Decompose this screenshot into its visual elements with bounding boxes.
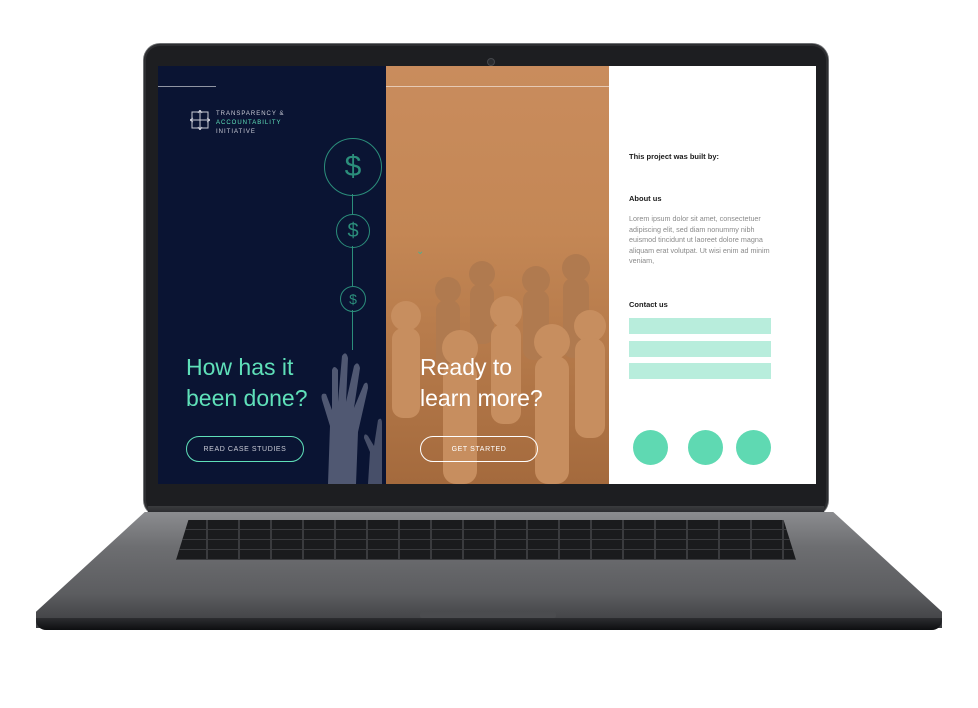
get-started-headline: Ready to learn more?: [420, 352, 600, 414]
headline-line-1: How has it: [186, 354, 294, 380]
about-title: About us: [629, 194, 662, 203]
laptop-base-front: [36, 618, 942, 630]
brand-logo[interactable]: TRANSPARENCY & ACCOUNTABILITY INITIATIVE: [190, 110, 284, 137]
contact-name-field[interactable]: [629, 318, 771, 334]
keyboard-rows: [176, 520, 796, 560]
social-circle-button[interactable]: [633, 430, 668, 465]
panel-case-studies: TRANSPARENCY & ACCOUNTABILITY INITIATIVE…: [158, 66, 386, 484]
connector-line: [352, 246, 353, 286]
social-circle-button[interactable]: [736, 430, 771, 465]
contact-title: Contact us: [629, 300, 668, 309]
social-circle-button[interactable]: [688, 430, 723, 465]
top-rule: [386, 86, 609, 87]
read-case-studies-button[interactable]: READ CASE STUDIES: [186, 436, 304, 462]
top-rule: [158, 86, 216, 87]
panel-get-started: ⌄ ⌄ Ready to learn more? GET STARTED: [386, 66, 609, 484]
dollar-coin-icon: $: [324, 138, 382, 196]
dollar-coin-icon: $: [340, 286, 366, 312]
dollar-symbol: $: [344, 150, 362, 183]
camera-dot: [487, 58, 495, 66]
dollar-symbol: $: [349, 291, 357, 307]
brand-line-2: ACCOUNTABILITY: [216, 120, 282, 126]
headline-line-2: been done?: [186, 385, 308, 411]
contact-email-field[interactable]: [629, 341, 771, 357]
connector-line: [352, 194, 353, 214]
case-studies-headline: How has it been done?: [186, 352, 376, 414]
headline-line-1: Ready to: [420, 354, 513, 380]
connector-line: [352, 310, 353, 350]
about-body: Lorem ipsum dolor sit amet, consectetuer…: [629, 214, 770, 265]
panel-info: This project was built by: About us Lore…: [609, 66, 816, 484]
dollar-symbol: $: [347, 219, 359, 242]
headline-line-2: learn more?: [420, 385, 543, 411]
brand-line-3: INITIATIVE: [216, 129, 256, 135]
laptop-screen: TRANSPARENCY & ACCOUNTABILITY INITIATIVE…: [158, 66, 816, 484]
dollar-coin-icon: $: [336, 214, 370, 248]
brand-line-1: TRANSPARENCY &: [216, 111, 285, 117]
brand-wordmark: TRANSPARENCY & ACCOUNTABILITY INITIATIVE: [216, 110, 284, 137]
get-started-button[interactable]: GET STARTED: [420, 436, 538, 462]
built-by-label: This project was built by:: [629, 152, 720, 161]
compass-icon: [190, 110, 210, 130]
contact-message-field[interactable]: [629, 363, 771, 379]
